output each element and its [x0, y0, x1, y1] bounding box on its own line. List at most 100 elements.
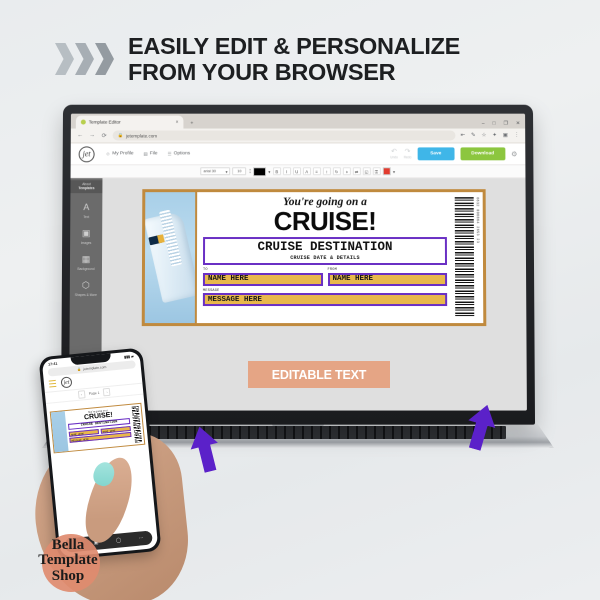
sidebar-item-images[interactable]: ▣ Images	[81, 228, 92, 245]
headline-line-1: EASILY EDIT & PERSONALIZE	[128, 32, 461, 59]
menu-item-options[interactable]: ☰ Options	[167, 151, 190, 157]
cruise-ticket[interactable]: You're going on a CRUISE! CRUISE DESTINA…	[141, 189, 487, 327]
ticket-message-label: MESSAGE	[202, 288, 220, 293]
ticket-to-group: TO NAME HERE	[202, 268, 323, 286]
phone-status-icons: ▮▮▮ ▰	[123, 353, 134, 359]
ticket-to-label: TO	[202, 268, 208, 273]
text-color-icon[interactable]: A	[302, 167, 311, 176]
restore-icon[interactable]: ❐	[504, 121, 509, 127]
close-icon[interactable]: ×	[176, 119, 179, 125]
lock-tool-icon[interactable]: ⚿	[372, 167, 381, 176]
browser-tab-title: Template Editor	[88, 119, 121, 125]
barcode-icon	[131, 406, 143, 443]
cruise-ship-image[interactable]	[144, 192, 198, 324]
undo-button[interactable]: ↶ Undo	[390, 148, 398, 159]
opacity-icon[interactable]: ◑	[342, 167, 351, 176]
reload-icon[interactable]: ⟳	[101, 132, 108, 139]
watermark-line-2: Template	[38, 552, 98, 569]
share-icon[interactable]: ⇤	[460, 133, 465, 139]
browser-tab[interactable]: Template Editor ×	[75, 115, 184, 129]
phone-cruise-ticket[interactable]: You're going on a CRUISE! CRUISE DESTINA…	[49, 402, 146, 454]
extensions-icon[interactable]: ✦	[492, 133, 497, 139]
more-tool-icon[interactable]: ⋯	[138, 535, 144, 541]
chevron-right-icon	[95, 43, 114, 75]
back-icon[interactable]: ←	[77, 133, 84, 139]
lock-icon: 🔒	[117, 132, 124, 138]
app-header-actions: ↶ Undo ↷ Redo Save Download ⚙	[390, 147, 517, 161]
ticket-to-from-row: TO NAME HERE FROM NAME HERE	[202, 268, 448, 286]
forward-icon[interactable]: →	[89, 133, 96, 139]
font-size-input[interactable]: 10	[232, 167, 247, 176]
sidebar-item-shapes[interactable]: ⬡ Shapes & More	[75, 280, 97, 297]
underline-icon[interactable]: U	[292, 167, 301, 176]
maximize-icon[interactable]: □	[493, 121, 496, 127]
stepper-down-icon[interactable]: ▾	[249, 170, 251, 174]
ticket-from-value: NAME HERE	[332, 275, 374, 284]
edit-icon[interactable]: ✎	[471, 133, 476, 139]
watermark-text: Bella Template Shop	[12, 537, 124, 584]
ticket-to-field[interactable]: NAME HERE	[202, 272, 323, 286]
sidebar-item-text[interactable]: A Text	[81, 202, 92, 219]
background-icon: ▦	[81, 254, 91, 264]
barcode-icon	[454, 197, 475, 319]
text-color-swatch[interactable]	[252, 166, 266, 176]
font-family-value: arial 30	[203, 169, 216, 174]
highlight-dropdown-icon[interactable]: ▾	[393, 167, 396, 175]
browser-menu-icon[interactable]: ⋮	[514, 133, 519, 139]
menu-item-label: My Profile	[112, 151, 134, 157]
layer-icon[interactable]: ◱	[362, 167, 371, 176]
bold-icon[interactable]: B	[272, 167, 281, 176]
redo-button[interactable]: ↷ Redo	[404, 148, 412, 159]
headline-banner: EASILY EDIT & PERSONALIZE FROM YOUR BROW…	[0, 26, 600, 92]
sidebar-item-label: Background	[77, 266, 95, 271]
font-family-select[interactable]: arial 30 ▾	[200, 167, 231, 176]
flip-icon[interactable]: ⇄	[352, 167, 361, 176]
download-button[interactable]: Download	[460, 147, 506, 161]
gear-icon[interactable]: ⚙	[511, 150, 517, 158]
new-tab-button[interactable]: +	[190, 121, 193, 127]
undo-label: Undo	[390, 155, 398, 160]
person-icon: ☺	[105, 151, 111, 157]
watermark-line-3: Shop	[51, 567, 85, 584]
ticket-title[interactable]: CRUISE!	[203, 206, 447, 236]
sidebar-item-background[interactable]: ▦ Background	[77, 254, 94, 271]
sidebar-item-templates[interactable]: About Templates	[70, 180, 103, 194]
hamburger-menu-icon[interactable]	[48, 380, 57, 388]
menu-item-my-profile[interactable]: ☺ My Profile	[106, 151, 134, 156]
ticket-from-field[interactable]: NAME HERE	[327, 272, 448, 286]
align-icon[interactable]: ≡	[312, 167, 321, 176]
prev-page-button[interactable]: ‹	[77, 390, 86, 399]
browser-tabstrip: Template Editor × + – □ ❐ ✕	[70, 113, 526, 129]
ticket-destination-box[interactable]: CRUISE DESTINATION CRUISE DATE & DETAILS	[202, 237, 448, 266]
app-menu: ☺ My Profile ▤ File ☰ Options	[106, 151, 191, 157]
font-size-stepper[interactable]: ▴ ▾	[249, 168, 251, 175]
line-spacing-icon[interactable]: ↕	[322, 167, 331, 176]
color-dropdown-icon[interactable]: ▾	[268, 167, 271, 175]
app-logo[interactable]: jet	[78, 145, 95, 162]
lock-icon: 🔒	[77, 367, 82, 372]
next-page-button[interactable]: ›	[103, 387, 111, 397]
app-logo[interactable]: jet	[60, 376, 73, 389]
ticket-message-value: MESSAGE HERE	[207, 295, 262, 304]
ticket-destination[interactable]: CRUISE DESTINATION	[205, 240, 445, 254]
close-window-icon[interactable]: ✕	[516, 121, 520, 127]
star-icon[interactable]: ☆	[481, 133, 486, 139]
ticket-destination-sub[interactable]: CRUISE DATE & DETAILS	[205, 255, 445, 261]
menu-item-label: File	[149, 151, 158, 157]
rotate-icon[interactable]: ↻	[332, 167, 341, 176]
profile-icon[interactable]: ▣	[503, 133, 508, 139]
menu-item-file[interactable]: ▤ File	[143, 151, 157, 157]
omnibox-actions: ⇤ ✎ ☆ ✦ ▣ ⋮	[460, 133, 519, 139]
highlight-color-swatch[interactable]	[382, 167, 391, 176]
format-toolbar: arial 30 ▾ 10 ▴ ▾ ▾ B I U A ≡ ↕ ↻ ◑ ⇄ ◱ …	[70, 165, 526, 179]
minimize-icon[interactable]: –	[482, 121, 485, 127]
address-bar[interactable]: 🔒 jetemplate.com	[112, 130, 456, 141]
editable-text-badge: EDITABLE TEXT	[248, 361, 390, 388]
sidebar-item-label: Shapes & More	[74, 293, 97, 298]
chevron-right-icon	[75, 43, 94, 75]
redo-label: Redo	[403, 155, 412, 160]
ticket-message-field[interactable]: MESSAGE HERE	[202, 293, 448, 307]
options-icon: ☰	[167, 150, 172, 156]
italic-icon[interactable]: I	[282, 167, 291, 176]
save-button[interactable]: Save	[417, 147, 455, 161]
